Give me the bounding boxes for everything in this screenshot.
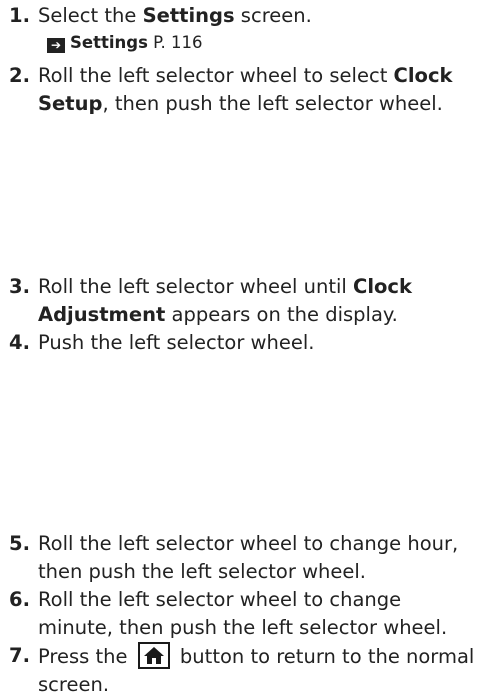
ref-page: P. 116: [153, 33, 203, 52]
ref-label: Settings: [70, 33, 148, 52]
step-text-pre: Roll the left selector wheel until: [38, 275, 354, 298]
step-text: Roll the left selector wheel to change m…: [38, 588, 448, 639]
step-text-pre: Roll the left selector wheel to select: [38, 64, 394, 87]
step-2: 2. Roll the left selector wheel to select…: [9, 62, 475, 118]
step-text: Push the left selector wheel.: [38, 331, 315, 354]
step-number: 4.: [9, 331, 30, 354]
step-number: 6.: [9, 588, 30, 611]
cross-reference-link[interactable]: ➔ Settings P. 116: [47, 32, 203, 54]
step-number: 7.: [9, 644, 30, 667]
arrow-right-icon: ➔: [47, 38, 65, 53]
step-6: 6. Roll the left selector wheel to change…: [9, 586, 475, 642]
step-number: 2.: [9, 64, 30, 87]
step-text-post: appears on the display.: [165, 303, 398, 326]
step-number: 3.: [9, 275, 30, 298]
step-text-post: , then push the left selector wheel.: [102, 92, 443, 115]
step-5: 5. Roll the left selector wheel to change…: [9, 530, 475, 586]
step-text-pre: Press the: [38, 645, 134, 668]
step-number: 1.: [9, 4, 30, 27]
step-text-post: screen.: [234, 4, 312, 27]
home-button-icon: [137, 642, 170, 669]
step-3: 3. Roll the left selector wheel until Clo…: [9, 273, 475, 329]
step-text: Roll the left selector wheel to change h…: [38, 532, 459, 583]
step-7: 7. Press the button to return to the norm…: [9, 642, 475, 699]
step-4: 4. Push the left selector wheel.: [9, 329, 475, 357]
step-number: 5.: [9, 532, 30, 555]
step-1: 1. Select the Settings screen. ➔ Settings …: [9, 2, 475, 53]
step-text-pre: Select the: [38, 4, 143, 27]
step-text-bold: Settings: [142, 4, 235, 27]
